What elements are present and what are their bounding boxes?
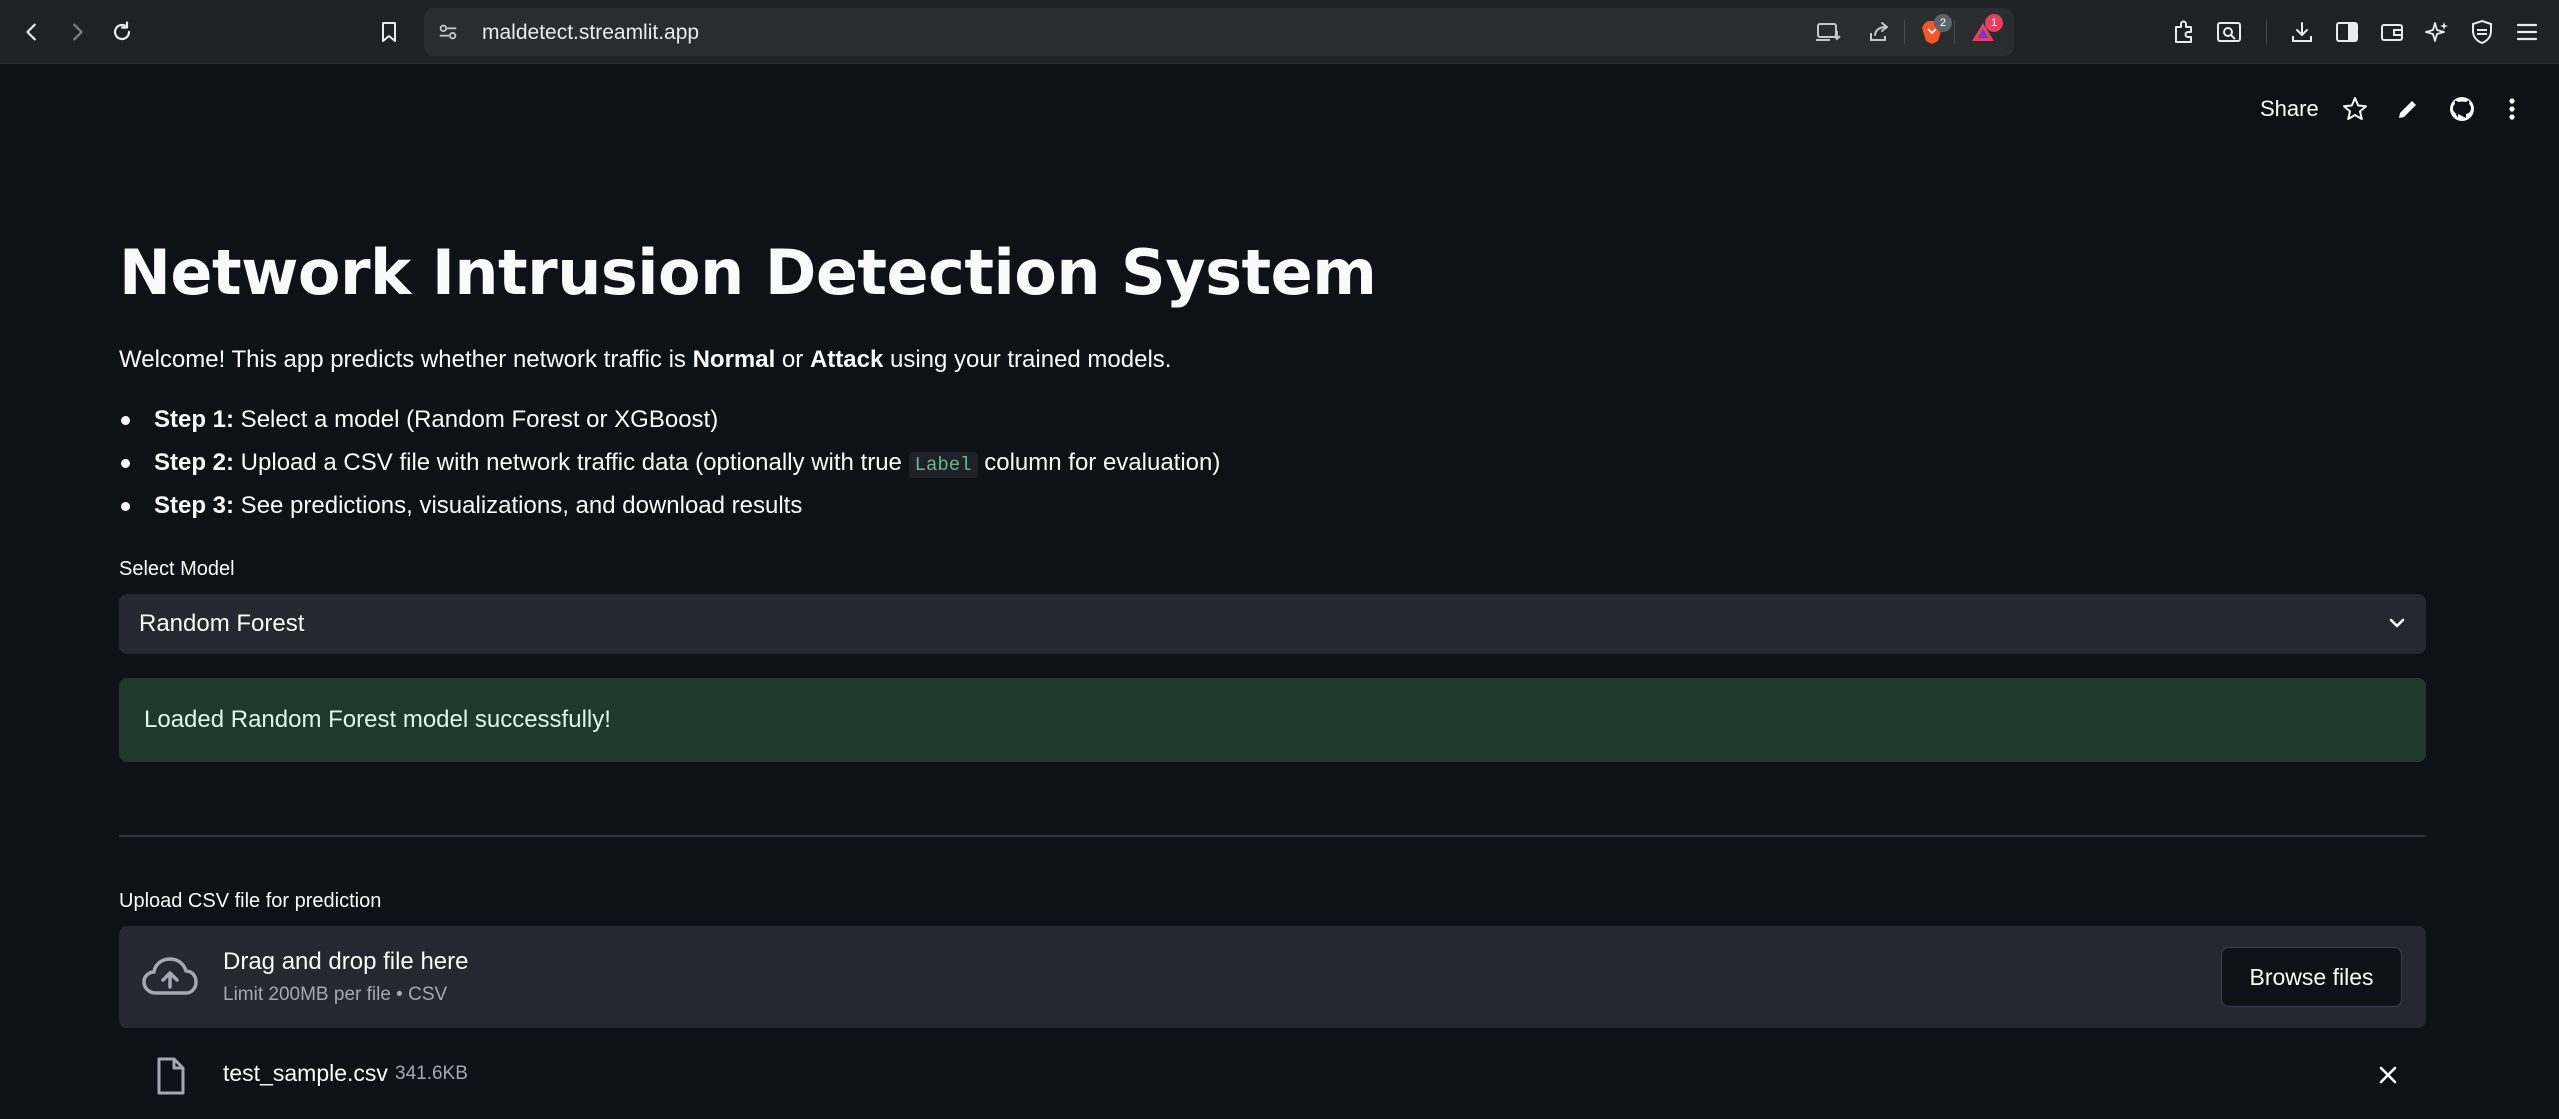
browser-toolbar: maldetect.streamlit.app 2 1: [0, 0, 2559, 64]
star-icon[interactable]: [2340, 94, 2370, 124]
share-button[interactable]: Share: [2260, 96, 2319, 122]
uploader-label: Upload CSV file for prediction: [119, 890, 382, 912]
bookmark-icon[interactable]: [371, 14, 407, 50]
separator: [1904, 20, 1905, 44]
welcome-normal: Normal: [692, 346, 776, 373]
install-app-icon[interactable]: [1816, 20, 1842, 44]
step-label: Step 2:: [154, 449, 235, 476]
separator: [2266, 20, 2267, 44]
step-text: Upload a CSV file with network traffic d…: [234, 449, 909, 476]
reader-mode-icon[interactable]: [2215, 18, 2243, 46]
site-settings-icon[interactable]: [436, 20, 460, 44]
welcome-text: Welcome! This app predicts whether netwo…: [119, 346, 1171, 374]
file-icon: [153, 1054, 189, 1098]
brave-rewards-icon[interactable]: 1: [1969, 14, 2003, 46]
model-select-label: Select Model: [119, 558, 235, 580]
reload-icon[interactable]: [104, 14, 140, 50]
forward-icon[interactable]: [59, 14, 95, 50]
uploaded-file-row: test_sample.csv 341.6KB: [119, 1050, 2426, 1110]
cloud-upload-icon: [141, 954, 199, 1000]
welcome-or: or: [775, 346, 810, 373]
separator: [1954, 20, 1955, 44]
wallet-icon[interactable]: [2378, 18, 2406, 46]
menu-icon[interactable]: [2513, 18, 2541, 46]
page-title: Network Intrusion Detection System: [119, 236, 1377, 309]
welcome-prefix: Welcome! This app predicts whether netwo…: [119, 346, 693, 373]
sidebar-icon[interactable]: [2333, 18, 2361, 46]
uploaded-file-name: test_sample.csv: [223, 1060, 388, 1086]
bullet: [121, 416, 130, 425]
browse-files-button[interactable]: Browse files: [2221, 947, 2402, 1007]
url-text[interactable]: maldetect.streamlit.app: [482, 21, 699, 45]
shield-count-badge: 2: [1934, 14, 1952, 32]
step-label: Step 1:: [154, 406, 235, 433]
more-options-icon[interactable]: [2497, 94, 2527, 124]
file-dropzone[interactable]: Drag and drop file here Limit 200MB per …: [119, 926, 2426, 1028]
inline-code: Label: [908, 452, 978, 478]
model-select[interactable]: Random Forest: [119, 594, 2426, 654]
github-icon[interactable]: [2447, 94, 2477, 124]
step-text: column for evaluation): [977, 449, 1221, 476]
bullet: [121, 502, 130, 511]
welcome-attack: Attack: [809, 346, 884, 373]
step-label: Step 3:: [154, 492, 235, 519]
address-bar[interactable]: maldetect.streamlit.app 2 1: [424, 8, 2014, 56]
chevron-down-icon[interactable]: [2386, 612, 2408, 639]
bullet: [121, 459, 130, 468]
model-select-value[interactable]: Random Forest: [139, 610, 304, 638]
leo-ai-icon[interactable]: [2423, 18, 2451, 46]
step-text: Select a model (Random Forest or XGBoost…: [234, 406, 719, 433]
success-alert: Loaded Random Forest model successfully!: [119, 678, 2426, 762]
close-icon[interactable]: [2373, 1060, 2403, 1090]
success-message: Loaded Random Forest model successfully!: [144, 706, 611, 733]
divider: [119, 835, 2426, 837]
vpn-icon[interactable]: [2468, 18, 2496, 46]
rewards-count-badge: 1: [1985, 14, 2003, 32]
uploaded-file-size: 341.6KB: [395, 1063, 468, 1084]
brave-shield-icon[interactable]: 2: [1918, 14, 1952, 46]
download-icon[interactable]: [2288, 18, 2316, 46]
step-text: See predictions, visualizations, and dow…: [234, 492, 803, 519]
edit-icon[interactable]: [2393, 94, 2423, 124]
back-icon[interactable]: [14, 14, 50, 50]
extensions-icon[interactable]: [2170, 18, 2198, 46]
share-page-icon[interactable]: [1866, 20, 1892, 44]
dropzone-title: Drag and drop file here: [223, 948, 469, 975]
dropzone-limit: Limit 200MB per file • CSV: [223, 984, 448, 1005]
welcome-suffix: using your trained models.: [883, 346, 1172, 373]
